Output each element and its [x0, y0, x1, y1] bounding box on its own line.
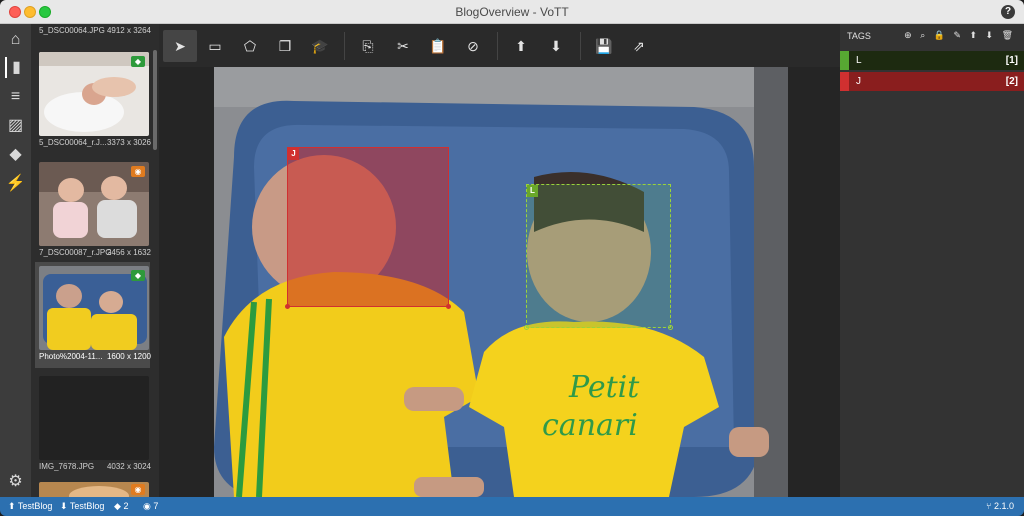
- branch-icon: ⑂: [986, 501, 992, 511]
- asset-thumbnail[interactable]: ◆ 5_DSC00064_r.J... 3373 x 3026: [35, 48, 151, 152]
- asset-thumbnail[interactable]: ◉ 7_DSC00087_r.JPG 2456 x 1632: [35, 158, 151, 262]
- home-icon[interactable]: ⌂: [5, 29, 26, 50]
- resize-handle[interactable]: [668, 325, 673, 330]
- graduation-cap-icon[interactable]: ◆: [5, 144, 26, 165]
- next-asset-button[interactable]: ⬇: [539, 30, 573, 62]
- source-connection[interactable]: ⬆ TestBlog: [8, 501, 52, 512]
- asset-dimensions: 4912 x 3264: [106, 26, 151, 35]
- toolbar-divider: [580, 32, 581, 60]
- asset-thumbnail[interactable]: IMG_7678.JPG 4032 x 3024: [35, 372, 151, 476]
- asset-dimensions: 1600 x 1200: [106, 352, 151, 361]
- tag-row-l[interactable]: L [1]: [840, 51, 1024, 70]
- tagged-badge-icon: ◆: [131, 270, 145, 281]
- previous-asset-button[interactable]: ⬆: [504, 30, 538, 62]
- svg-text:Petit: Petit: [568, 370, 640, 405]
- title-bar: BlogOverview - VoTT ?: [0, 0, 1024, 24]
- app-version: ⑂ 2.1.0: [986, 501, 1014, 511]
- active-learning-button[interactable]: 🎓: [303, 30, 337, 62]
- asset-filename: 5_DSC00064.JPG: [39, 26, 105, 35]
- asset-dimensions: 4032 x 3024: [106, 462, 151, 471]
- visited-badge-icon: ◉: [131, 166, 145, 177]
- region-tag-label: J: [288, 148, 299, 160]
- resize-handle[interactable]: [285, 304, 290, 309]
- tag-tools-icons[interactable]: ⊕ ⌕ 🔒 ✎ ⬆ ⬇ 🗑: [904, 30, 1016, 41]
- cut-regions-button[interactable]: ✂: [386, 30, 420, 62]
- copy-regions-button[interactable]: ⎘: [351, 30, 385, 62]
- asset-image-placeholder: [39, 376, 149, 460]
- download-icon: ⬇: [60, 501, 68, 511]
- tag-hotkey: [1]: [1005, 55, 1018, 66]
- tag-color-swatch[interactable]: [840, 72, 849, 91]
- asset-thumbnail[interactable]: ◉: [35, 478, 150, 497]
- asset-thumbnail[interactable]: 5_DSC00064.JPG 4912 x 3264: [35, 24, 151, 40]
- tagged-badge-icon: ◆: [131, 56, 145, 67]
- asset-filename: IMG_7678.JPG: [39, 462, 95, 471]
- left-navigation: ⌂ ▮ ≡ ▨ ◆ ⚡ ⚙: [0, 24, 31, 497]
- asset-filename: Photo%2004-11...: [39, 352, 103, 361]
- tag-hotkey: [2]: [1005, 76, 1018, 87]
- editor-canvas[interactable]: Petit canari J L: [159, 67, 840, 497]
- clear-regions-button[interactable]: ⊘: [456, 30, 490, 62]
- window-title: BlogOverview - VoTT: [455, 5, 569, 19]
- asset-thumbnail-selected[interactable]: ◆ Photo%2004-11... 1600 x 1200: [35, 262, 151, 368]
- upload-icon: ⬆: [8, 501, 16, 511]
- status-bar: ⬆ TestBlog ⬇ TestBlog ◆ 2 ◉ 7 ⑂ 2.1.0: [0, 497, 1024, 516]
- region-box-l[interactable]: L: [524, 184, 673, 330]
- select-tool-button[interactable]: ➤: [163, 30, 197, 62]
- copy-rectangle-button[interactable]: ❐: [268, 30, 302, 62]
- target-connection[interactable]: ⬇ TestBlog: [60, 501, 104, 512]
- tagged-count: ◆ 2: [114, 501, 129, 511]
- help-icon[interactable]: ?: [1001, 5, 1015, 19]
- asset-dimensions: 3373 x 3026: [106, 138, 151, 147]
- asset-dimensions: 2456 x 1632: [106, 248, 151, 257]
- tag-color-swatch[interactable]: [840, 51, 849, 70]
- tag-name: J: [856, 76, 861, 87]
- toolbar-divider: [497, 32, 498, 60]
- settings-sliders-icon[interactable]: ≡: [5, 86, 26, 107]
- bookmark-icon[interactable]: ▮: [5, 57, 26, 78]
- eye-icon: ◉: [143, 501, 151, 511]
- paste-regions-button[interactable]: 📋: [421, 30, 455, 62]
- tag-name: L: [856, 55, 862, 66]
- tag-icon: ◆: [114, 501, 121, 511]
- asset-filename: 7_DSC00087_r.JPG: [39, 248, 112, 257]
- svg-text:canari: canari: [542, 408, 638, 443]
- toolbar-divider: [344, 32, 345, 60]
- draw-polygon-button[interactable]: ⬠: [233, 30, 267, 62]
- gear-icon[interactable]: ⚙: [5, 471, 26, 492]
- plug-icon[interactable]: ⚡: [5, 173, 26, 194]
- asset-filename: 5_DSC00064_r.J...: [39, 138, 107, 147]
- resize-handle[interactable]: [524, 325, 529, 330]
- edit-image-icon[interactable]: ▨: [5, 115, 26, 136]
- visited-count: ◉ 7: [143, 501, 159, 511]
- asset-list[interactable]: 5_DSC00064.JPG 4912 x 3264 ◆ 5_DSC00064_…: [31, 24, 159, 497]
- tags-header: TAGS: [847, 31, 871, 41]
- draw-rectangle-button[interactable]: ▭: [198, 30, 232, 62]
- export-project-button[interactable]: ⇗: [622, 30, 656, 62]
- asset-list-scrollbar[interactable]: [153, 50, 157, 150]
- save-project-button[interactable]: 💾: [587, 30, 621, 62]
- app-window: BlogOverview - VoTT ? ⌂ ▮ ≡ ▨ ◆ ⚡ ⚙ 5_DS…: [0, 0, 1024, 516]
- region-tag-label: L: [527, 185, 538, 197]
- asset-photo[interactable]: Petit canari J L: [214, 67, 788, 497]
- tag-row-j[interactable]: J [2]: [840, 72, 1024, 91]
- visited-badge-icon: ◉: [131, 484, 145, 495]
- tags-panel: TAGS ⊕ ⌕ 🔒 ✎ ⬆ ⬇ 🗑 L [1] J [2]: [840, 24, 1024, 497]
- region-box-j[interactable]: J: [285, 147, 451, 309]
- resize-handle[interactable]: [446, 304, 451, 309]
- editor-toolbar: ➤ ▭ ⬠ ❐ 🎓 ⎘ ✂ 📋 ⊘ ⬆ ⬇ 💾 ⇗: [159, 24, 840, 67]
